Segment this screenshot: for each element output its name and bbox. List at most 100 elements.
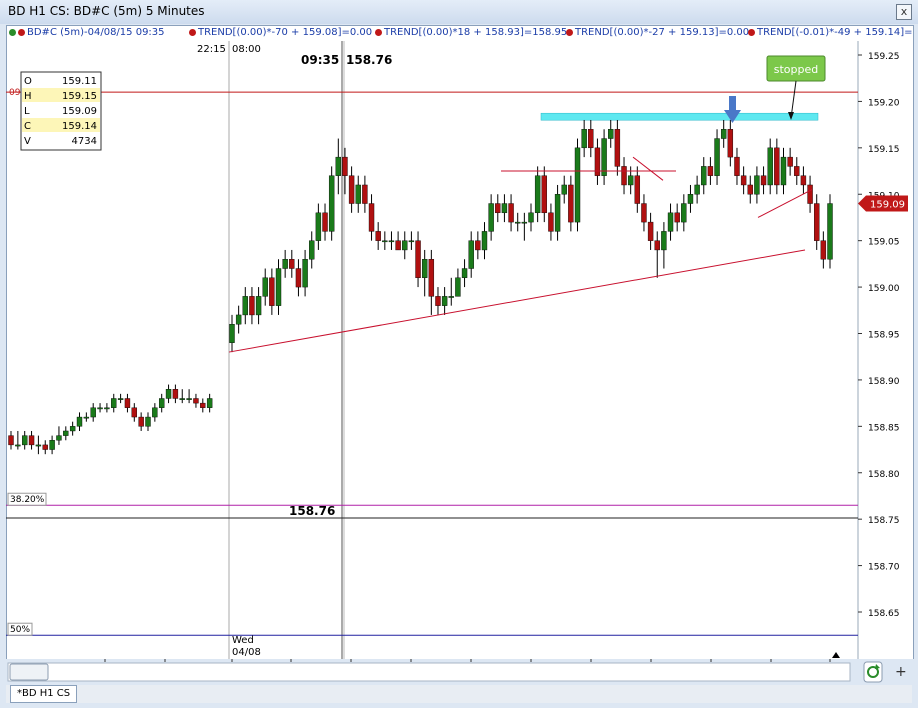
y-tick-label: 158.80: [868, 470, 900, 480]
candle-body: [794, 166, 800, 176]
candle-body: [111, 398, 117, 408]
tab-bd-h1-cs[interactable]: *BD H1 CS: [10, 685, 78, 703]
candle-body: [455, 277, 461, 297]
scrollbar-thumb[interactable]: [9, 663, 49, 681]
candle-body: [104, 407, 110, 410]
trendline: [228, 249, 806, 353]
candle-body: [747, 184, 753, 195]
ohlc-box: O 159.11 H 159.15 L 159.09 C 159.14 V 47…: [20, 71, 102, 151]
candle-body: [235, 314, 242, 325]
candle-body: [322, 212, 328, 232]
candle-body: [574, 147, 581, 223]
candle-body: [179, 398, 185, 400]
candle-body: [681, 203, 687, 223]
y-tick-label: 158.75: [868, 516, 900, 526]
candle-body: [827, 203, 833, 260]
candle-body: [448, 296, 454, 298]
candle-body: [229, 324, 235, 343]
last-price-label: 159.09: [870, 200, 905, 211]
candle-body: [342, 156, 348, 176]
candle-body: [588, 129, 594, 149]
candle-body: [69, 426, 76, 432]
ohlc-close-label: C: [24, 121, 31, 132]
candle-body: [701, 166, 707, 186]
candle-body: [754, 175, 760, 195]
candle-body: [348, 175, 355, 204]
stopped-annotation[interactable]: stopped: [766, 55, 826, 120]
candle-body: [138, 416, 144, 427]
candle-body: [621, 166, 627, 186]
candle-body: [145, 416, 151, 427]
candle-body: [767, 147, 773, 186]
candle-body: [382, 240, 388, 243]
candle-body: [124, 398, 131, 408]
candle-body: [200, 402, 206, 408]
candle-body: [627, 175, 634, 186]
candle-body: [601, 138, 607, 176]
candle-body: [647, 221, 654, 241]
candle-body: [521, 221, 528, 224]
y-tick-label: 158.70: [868, 563, 900, 573]
candle-body: [654, 240, 660, 251]
candle-body: [262, 277, 268, 297]
candle-body: [165, 389, 172, 399]
y-tick-label: 158.95: [868, 331, 900, 341]
candle-body: [97, 407, 103, 410]
candle-body: [408, 240, 415, 243]
tab-bar: *BD H1 CS: [6, 685, 912, 703]
candle-body: [388, 240, 395, 243]
candle-body: [707, 166, 714, 176]
candle-body: [421, 259, 428, 279]
annotation-text: stopped: [774, 63, 819, 76]
refresh-icon[interactable]: [863, 661, 883, 683]
y-tick-label: 159.00: [868, 284, 900, 294]
candle-body: [734, 156, 740, 176]
candle-body: [242, 296, 248, 316]
crosshair-time: 09:35: [301, 53, 339, 67]
candle-body: [614, 129, 621, 167]
zoom-in-icon[interactable]: +: [895, 664, 907, 680]
candle-body: [787, 156, 793, 167]
candle-body: [720, 129, 727, 139]
candle-body: [468, 240, 474, 269]
candle-body: [56, 435, 62, 441]
day-label: Wed: [232, 635, 254, 646]
top-date-left: 22:15: [197, 44, 226, 55]
y-tick-label: 158.65: [868, 609, 900, 619]
candle-body: [415, 240, 421, 279]
candle-body: [508, 203, 514, 223]
price-chart[interactable]: 38.20%50% 159.25159.20159.15159.10159.05…: [0, 0, 918, 708]
candle-body: [42, 444, 48, 450]
time-scrollbar[interactable]: [7, 662, 851, 682]
candle-body: [488, 203, 494, 232]
candle-body: [28, 435, 35, 446]
ohlc-low-label: L: [24, 106, 30, 117]
candle-body: [368, 203, 375, 232]
ohlc-open-value: 159.11: [62, 76, 97, 87]
candle-body: [275, 268, 282, 306]
candle-body: [441, 296, 448, 306]
candle-body: [90, 407, 96, 418]
candle-body: [694, 184, 700, 195]
candle-body: [395, 240, 401, 251]
candle-body: [475, 240, 481, 251]
y-tick-label: 159.05: [868, 238, 900, 248]
candle-body: [76, 416, 83, 427]
red-level-label: 09: [9, 88, 21, 98]
candle-body: [172, 389, 179, 399]
candle-body: [362, 184, 368, 204]
y-tick-label: 158.90: [868, 377, 900, 387]
candle-body: [820, 240, 827, 260]
candle-body: [402, 240, 408, 251]
candle-body: [158, 398, 165, 408]
candle-body: [807, 184, 813, 204]
candle-body: [608, 129, 614, 139]
ohlc-open-label: O: [24, 76, 32, 87]
candle-body: [295, 268, 302, 288]
candle-body: [269, 277, 275, 306]
ohlc-high-value: 159.15: [62, 91, 97, 102]
candle-body: [428, 259, 435, 297]
candle-body: [186, 398, 192, 400]
candles-group: [8, 119, 833, 455]
crosshair-price-bottom: 158.76: [289, 504, 335, 518]
